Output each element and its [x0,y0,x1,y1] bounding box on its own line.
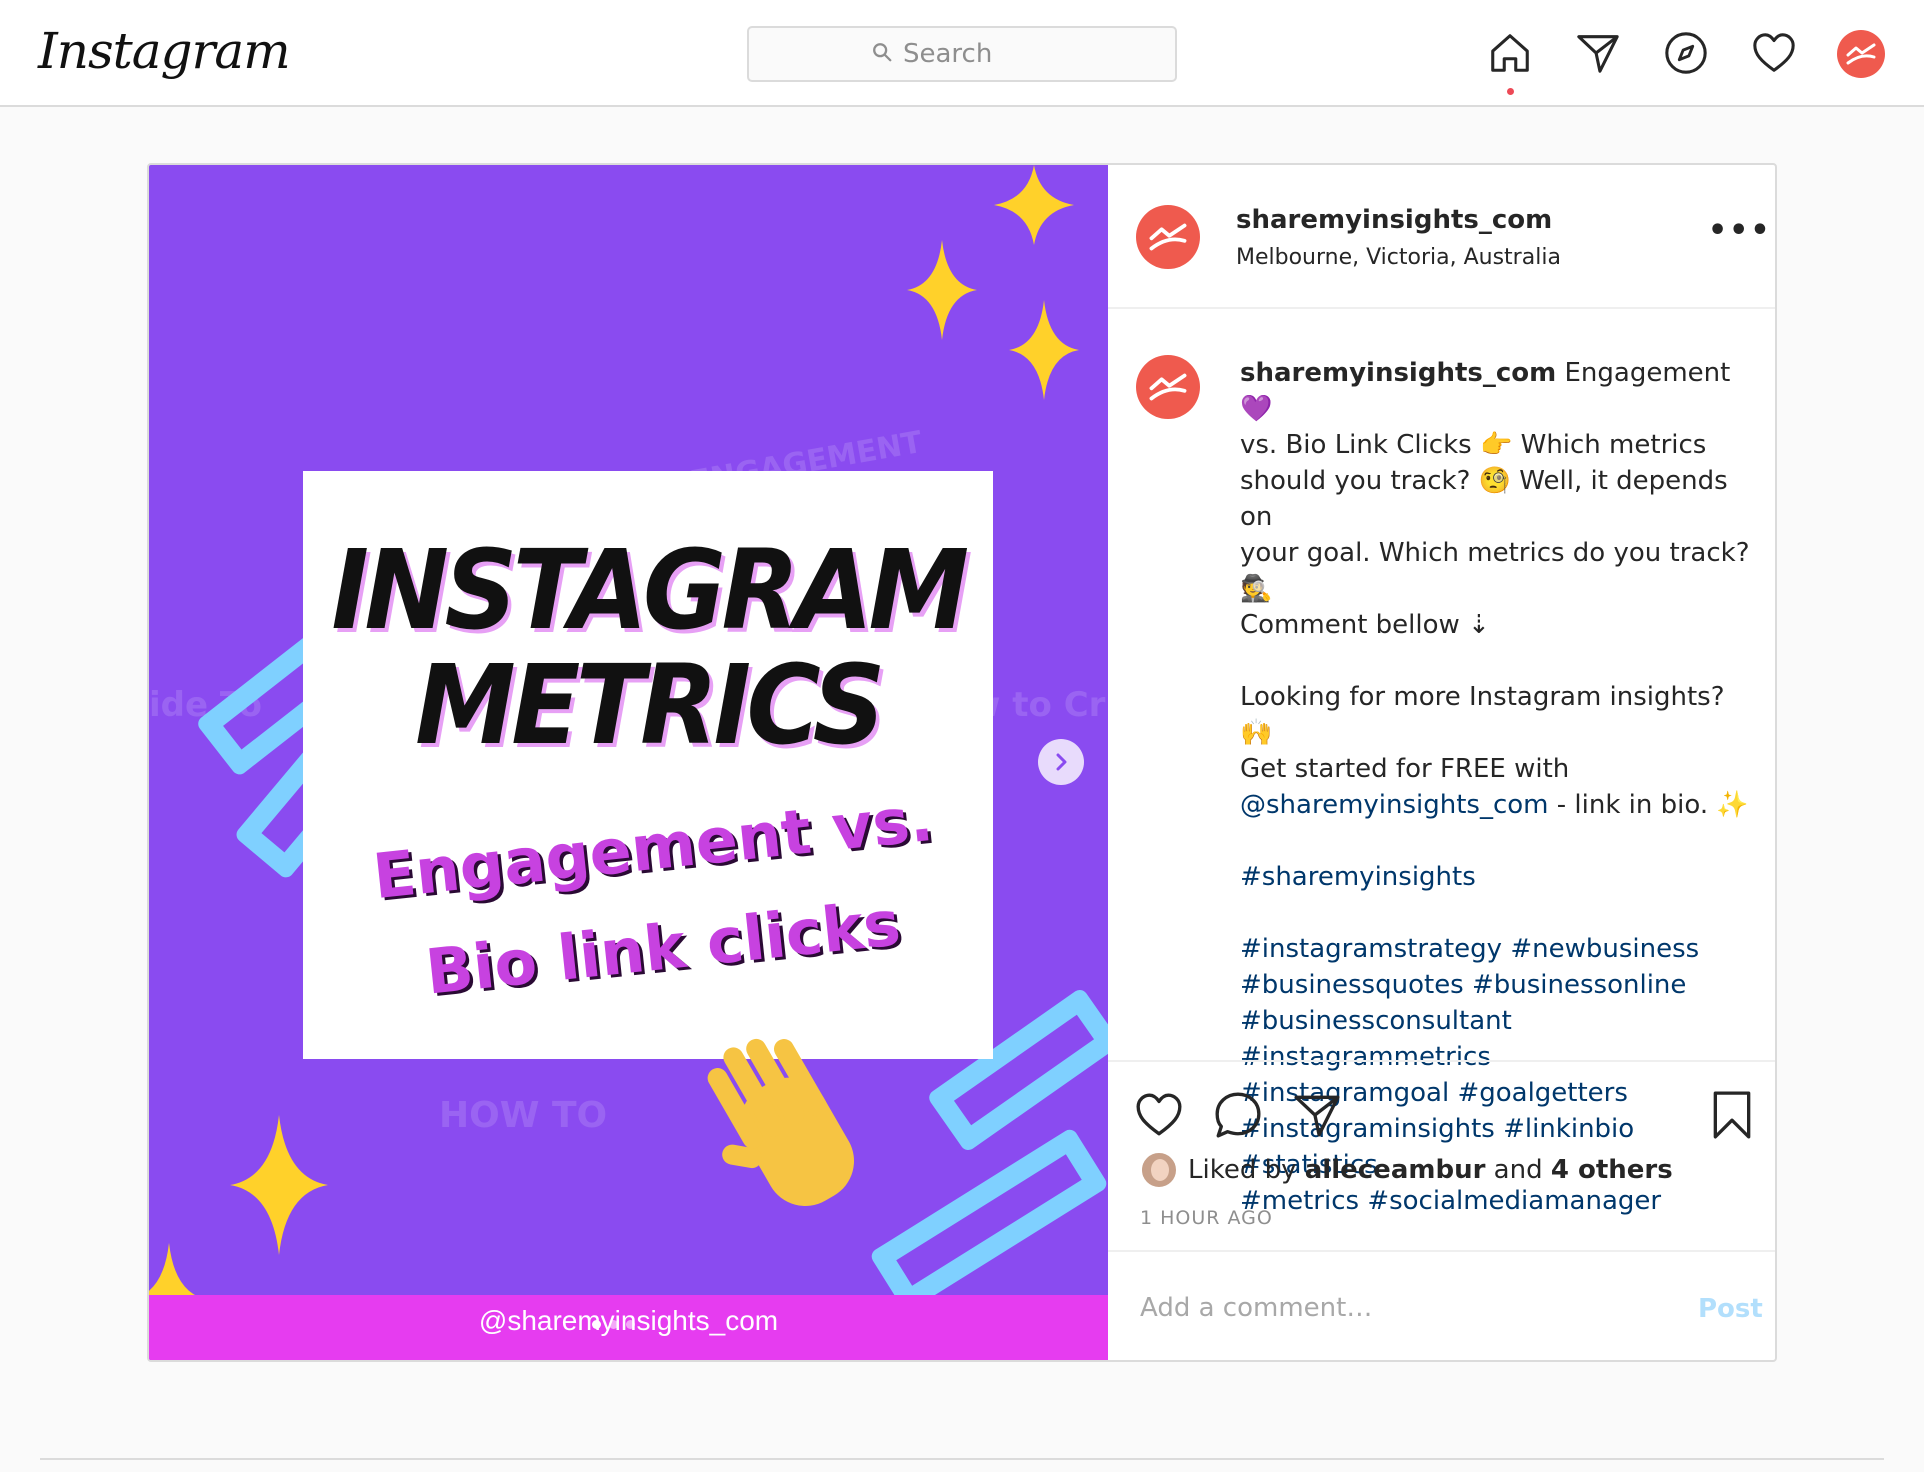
caption-username[interactable]: sharemyinsights_com [1240,358,1556,388]
comment-input[interactable] [1140,1286,1640,1330]
author-username[interactable]: sharemyinsights_com [1236,205,1552,235]
liker-avatar[interactable] [1140,1151,1178,1189]
save-bookmark-icon[interactable] [1705,1088,1759,1142]
home-icon[interactable] [1485,28,1535,78]
image-title-line1: INSTAGRAM [331,526,969,654]
carousel-dot [626,1320,635,1329]
sparkle-icon [1009,300,1079,400]
footer-divider [40,1458,1884,1460]
top-navigation-bar: Instagram [0,0,1924,107]
activity-heart-icon[interactable] [1749,28,1799,78]
actions-divider [1108,1060,1775,1062]
author-avatar[interactable] [1136,205,1200,269]
post-location[interactable]: Melbourne, Victoria, Australia [1236,245,1561,270]
sparkle-icon [230,1115,328,1255]
carousel-dot [592,1320,601,1329]
post-header: sharemyinsights_com Melbourne, Victoria,… [1108,165,1775,309]
instagram-logo[interactable]: Instagram [38,22,291,80]
likes-prefix: Liked by [1188,1155,1305,1185]
explore-icon[interactable] [1661,28,1711,78]
carousel-dot [609,1320,618,1329]
title-card: INSTAGRAM METRICS Engagement vs. Bio lin… [303,471,993,1059]
likes-others-link[interactable]: 4 others [1551,1155,1673,1185]
caption-hashtag-main[interactable]: #sharemyinsights [1240,862,1476,892]
post-details-panel: sharemyinsights_com Melbourne, Victoria,… [1108,165,1775,1360]
search-box[interactable] [747,26,1177,82]
sparkle-icon [994,165,1074,245]
background-decoration: HOW TO [439,1095,608,1136]
likes-middle: and [1485,1155,1551,1185]
like-heart-icon[interactable] [1132,1088,1186,1142]
liker-username[interactable]: alleceambur [1305,1155,1486,1185]
caption-avatar[interactable] [1136,355,1200,419]
search-icon [871,41,893,67]
caption-mention-link[interactable]: @sharemyinsights_com [1240,790,1549,820]
caption-after-mention: - link in bio. ✨ [1556,790,1749,820]
image-title-line2: METRICS [415,641,885,769]
home-active-indicator [1507,88,1514,95]
share-send-icon[interactable] [1290,1088,1344,1142]
likes-summary: Liked by alleceambur and 4 others [1140,1150,1673,1190]
caption-body: Engagement 💜 vs. Bio Link Clicks 👉 Which… [1240,358,1750,784]
sparkle-icon [907,240,977,340]
add-comment-bar: Post [1108,1250,1775,1360]
direct-message-icon[interactable] [1573,28,1623,78]
chevron-right-icon [1056,753,1067,771]
post-card: ide To w to Cr ENGAGEMENT HOW TO INSTAGR… [147,163,1777,1362]
post-comment-button[interactable]: Post [1698,1294,1763,1324]
search-input[interactable] [903,39,1053,69]
carousel-dots [592,1320,635,1329]
clapping-hands-icon [707,1038,854,1206]
post-timestamp[interactable]: 1 HOUR AGO [1140,1207,1273,1229]
profile-avatar[interactable] [1837,30,1885,78]
more-options-icon[interactable]: ••• [1708,213,1772,248]
carousel-next-button[interactable] [1038,739,1084,785]
post-image-carousel[interactable]: ide To w to Cr ENGAGEMENT HOW TO INSTAGR… [149,165,1108,1360]
comment-bubble-icon[interactable] [1211,1088,1265,1142]
